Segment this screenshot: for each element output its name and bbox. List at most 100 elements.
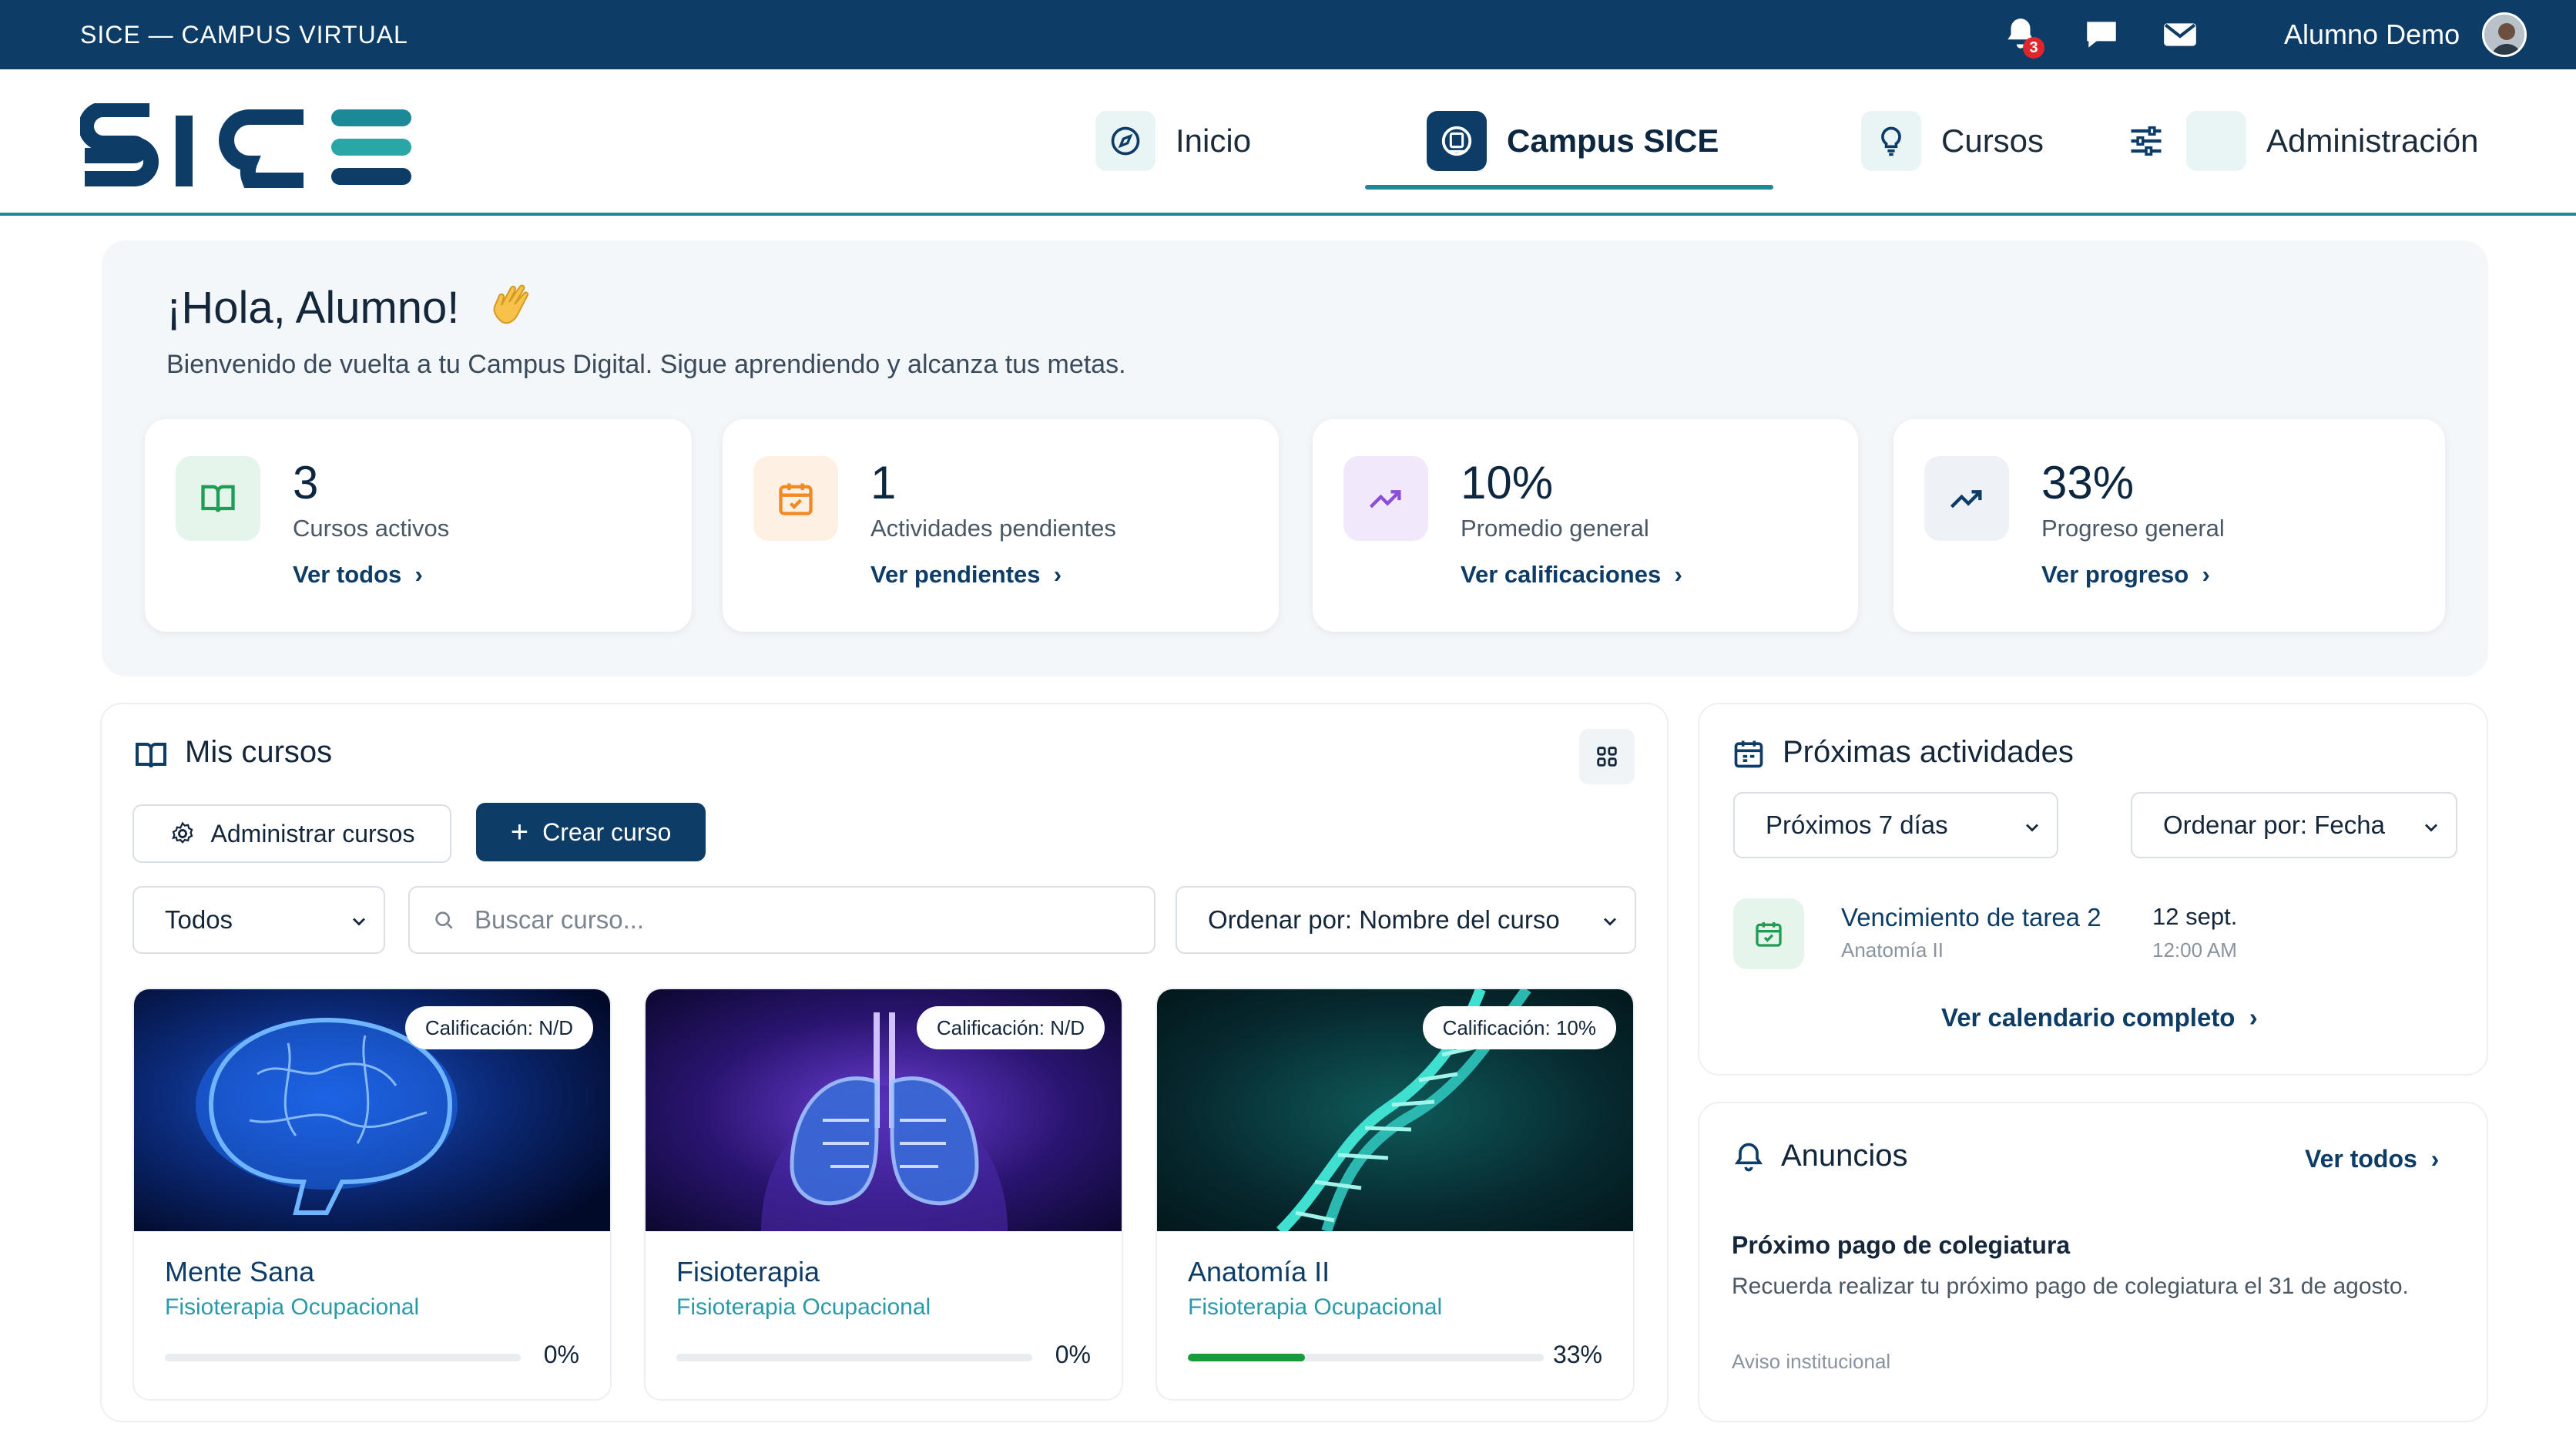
calendar-check-icon [1756, 922, 1782, 947]
nav-icon-box [1095, 111, 1156, 171]
select-value: Todos [165, 905, 233, 934]
announcements-panel-title: Anuncios [1781, 1139, 1908, 1173]
nav-icon-box [2186, 111, 2246, 171]
announcement-source: Aviso institucional [1732, 1350, 1891, 1373]
nav-item-cursos[interactable]: Cursos [1861, 109, 2044, 173]
grid-view-button[interactable] [1579, 729, 1635, 784]
bell-icon [1734, 1143, 1763, 1172]
chevron-down-icon [1604, 918, 1616, 926]
user-photo-icon [2484, 15, 2524, 55]
course-search[interactable] [408, 886, 1156, 954]
nav-item-administracion[interactable]: Administración [2126, 109, 2478, 173]
progress-fill [1188, 1354, 1306, 1361]
compass-icon [1111, 126, 1140, 156]
book-icon [201, 485, 235, 512]
plus-icon: + [510, 814, 529, 849]
nav-label: Inicio [1176, 123, 1252, 159]
activity-course: Anatomía II [1841, 938, 1944, 962]
activities-panel-title: Próximas actividades [1783, 735, 2074, 769]
course-progress-bar [676, 1354, 1032, 1361]
stat-value: 3 [293, 457, 319, 509]
chevron-right-icon: › [1040, 561, 1062, 588]
notifications-button[interactable]: 3 [2001, 15, 2044, 59]
stat-value: 1 [870, 457, 897, 509]
sliders-icon [2131, 126, 2162, 156]
course-program: Fisioterapia Ocupacional [1188, 1294, 1443, 1320]
campus-icon [1441, 126, 1472, 156]
view-calendar-link[interactable]: Ver calendario completo › [1941, 1003, 2258, 1032]
nav-item-inicio[interactable]: Inicio [1095, 109, 1251, 173]
stat-card-actividades-pendientes: 1 Actividades pendientes Ver pendientes … [723, 419, 1279, 632]
stat-label: Promedio general [1461, 515, 1649, 542]
grade-badge: Calificación: 10% [1422, 1006, 1616, 1049]
sice-logo[interactable] [80, 103, 413, 188]
user-name[interactable]: Alumno Demo [2284, 0, 2460, 69]
welcome-panel: ¡Hola, Alumno! Bienvenido de vuelta a tu… [102, 240, 2488, 676]
announcement-title: Próximo pago de colegiatura [1732, 1231, 2071, 1259]
top-bar: SICE — CAMPUS VIRTUAL 3 Alumno Demo [0, 0, 2576, 69]
course-progress-bar [165, 1354, 521, 1361]
create-course-label: Crear curso [542, 817, 672, 846]
progress-percent: 0% [1055, 1341, 1091, 1368]
main-nav: Inicio Campus SICE Cursos Administración [0, 69, 2576, 216]
course-card-mente-sana[interactable]: Calificación: N/D Mente Sana Fisioterapi… [132, 988, 612, 1401]
chevron-right-icon: › [2417, 1145, 2440, 1173]
mail-icon [2164, 23, 2196, 46]
nav-icon-box [1861, 111, 1921, 171]
notification-count-badge: 3 [2023, 37, 2044, 59]
nav-label: Administración [2266, 123, 2479, 159]
stat-card-cursos-activos: 3 Cursos activos Ver todos › [145, 419, 692, 632]
course-progress-bar [1188, 1354, 1544, 1361]
search-input[interactable] [475, 905, 1137, 935]
announcements-see-all-link[interactable]: Ver todos › [2305, 1145, 2439, 1173]
progress-percent: 0% [543, 1341, 579, 1368]
course-name: Fisioterapia [676, 1256, 820, 1287]
ver-progreso-link[interactable]: Ver progreso › [2041, 561, 2210, 589]
search-icon [435, 911, 453, 929]
calendar-icon [779, 483, 813, 515]
lightbulb-icon [1881, 126, 1901, 156]
select-value: Próximos 7 días [1766, 811, 1948, 839]
messages-button[interactable] [2082, 15, 2121, 54]
stat-icon-box [1924, 456, 2009, 541]
avatar[interactable] [2482, 12, 2527, 57]
active-tab-indicator [1365, 185, 1773, 190]
nav-item-campus-sice[interactable]: Campus SICE [1427, 109, 1719, 173]
course-name: Anatomía II [1188, 1256, 1330, 1287]
ver-calificaciones-link[interactable]: Ver calificaciones › [1461, 561, 1682, 589]
trend-up-icon [1369, 490, 1401, 509]
chat-icon [2087, 22, 2116, 48]
nav-label: Campus SICE [1507, 123, 1719, 159]
greeting-heading: ¡Hola, Alumno! [166, 283, 460, 333]
ver-pendientes-link[interactable]: Ver pendientes › [870, 561, 1062, 589]
activities-sort-select[interactable]: Ordenar por: Fecha [2131, 792, 2457, 858]
stat-value: 10% [1461, 457, 1554, 509]
calendar-icon [1734, 740, 1763, 768]
course-program: Fisioterapia Ocupacional [165, 1294, 420, 1320]
ver-todos-link[interactable]: Ver todos › [293, 561, 423, 589]
stat-value: 33% [2041, 457, 2135, 509]
stat-label: Cursos activos [293, 515, 450, 542]
course-card-fisioterapia[interactable]: Calificación: N/D Fisioterapia Fisiotera… [644, 988, 1123, 1401]
manage-courses-button[interactable]: Administrar cursos [132, 804, 451, 863]
activity-title[interactable]: Vencimiento de tarea 2 [1841, 903, 2101, 932]
waving-hand-icon [493, 284, 529, 324]
app-title: SICE — CAMPUS VIRTUAL [80, 21, 408, 49]
stat-icon-box [753, 456, 838, 541]
course-sort-select[interactable]: Ordenar por: Nombre del curso [1176, 886, 1636, 954]
grade-badge: Calificación: N/D [404, 1006, 593, 1049]
activity-time: 12:00 AM [2152, 938, 2237, 962]
activity-date: 12 sept. [2152, 903, 2238, 930]
activities-range-select[interactable]: Próximos 7 días [1733, 792, 2058, 858]
courses-panel-title: Mis cursos [185, 735, 333, 769]
select-value: Ordenar por: Nombre del curso [1208, 905, 1560, 934]
gear-icon [171, 821, 193, 844]
course-card-anatomia-ii[interactable]: Calificación: 10% Anatomía II Fisioterap… [1156, 988, 1635, 1401]
course-filter-select[interactable]: Todos [132, 886, 385, 954]
stat-icon-box [1343, 456, 1428, 541]
mail-button[interactable] [2160, 15, 2199, 54]
welcome-subtitle: Bienvenido de vuelta a tu Campus Digital… [166, 350, 1126, 379]
chevron-down-icon [2425, 824, 2437, 832]
grade-badge: Calificación: N/D [916, 1006, 1105, 1049]
create-course-button[interactable]: + Crear curso [476, 803, 706, 861]
